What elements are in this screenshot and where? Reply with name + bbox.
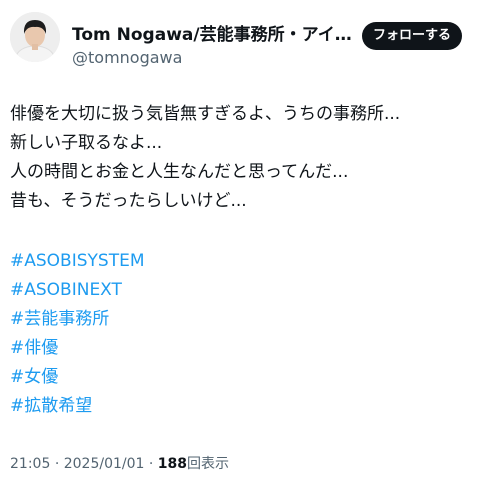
- tweet-meta: 21:05 · 2025/01/01 · 188回表示: [10, 454, 229, 474]
- tweet-line: 人の時間とお金と人生なんだと思ってんだ...: [10, 162, 349, 182]
- tweet-line: 昔も、そうだったらしいけど...: [10, 191, 247, 211]
- hashtag-link[interactable]: #ASOBISYSTEM: [10, 247, 144, 276]
- hashtag-link[interactable]: #芸能事務所: [10, 305, 144, 334]
- follow-button[interactable]: フォローする: [362, 22, 462, 50]
- tweet-line: 新しい子取るなよ...: [10, 133, 163, 153]
- display-name[interactable]: Tom Nogawa/芸能事務所・アイ...: [72, 24, 352, 46]
- tweet-date[interactable]: 2025/01/01: [64, 456, 145, 472]
- profile-photo-icon: [10, 12, 60, 62]
- views-count: 188: [157, 456, 188, 472]
- hashtag-list: #ASOBISYSTEM #ASOBINEXT #芸能事務所 #俳優 #女優 #…: [10, 247, 144, 421]
- tweet-time[interactable]: 21:05: [10, 456, 50, 472]
- meta-separator: ·: [54, 456, 60, 472]
- avatar[interactable]: [10, 12, 60, 62]
- tweet-text: 俳優を大切に扱う気皆無すぎるよ、うちの事務所... 新しい子取るなよ... 人の…: [10, 100, 470, 216]
- tweet-line: 俳優を大切に扱う気皆無すぎるよ、うちの事務所...: [10, 104, 401, 124]
- meta-separator: ·: [148, 456, 154, 472]
- views-label: 回表示: [187, 456, 230, 472]
- hashtag-link[interactable]: #拡散希望: [10, 392, 144, 421]
- hashtag-link[interactable]: #女優: [10, 363, 144, 392]
- hashtag-link[interactable]: #ASOBINEXT: [10, 276, 144, 305]
- hashtag-link[interactable]: #俳優: [10, 334, 144, 363]
- user-handle[interactable]: @tomnogawa: [72, 48, 182, 68]
